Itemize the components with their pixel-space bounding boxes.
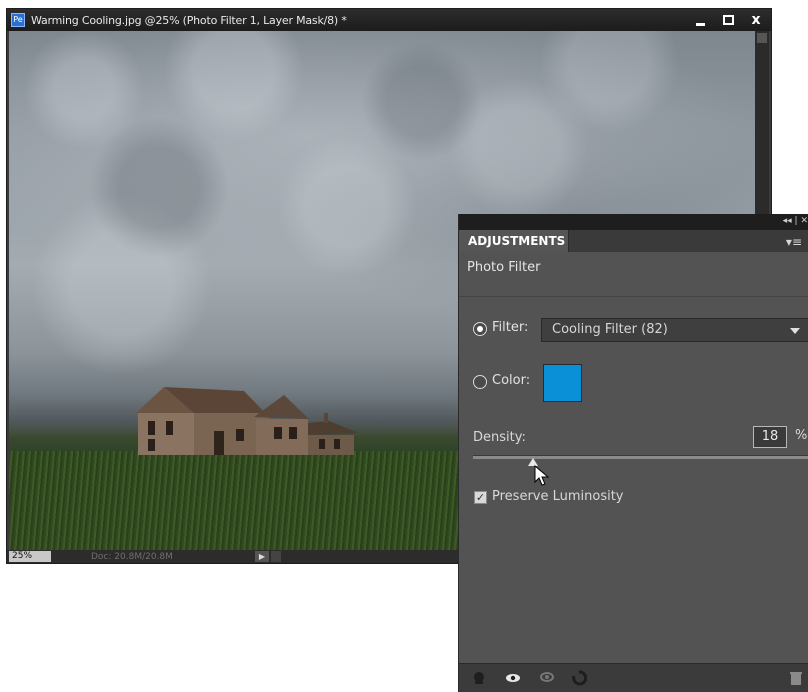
density-label: Density: — [473, 430, 526, 445]
preserve-luminosity-checkbox[interactable]: ✓ — [474, 491, 487, 504]
clip-to-layer-icon[interactable] — [471, 670, 487, 686]
tab-adjustments[interactable]: ADJUSTMENTS — [459, 230, 569, 252]
panel-tab-row: ADJUSTMENTS ▾≡ — [459, 230, 808, 252]
window-controls: x — [693, 9, 763, 31]
color-swatch[interactable] — [543, 364, 582, 402]
reset-icon[interactable] — [571, 670, 587, 686]
app-icon: Pe — [11, 13, 25, 27]
doc-size-info: Doc: 20.8M/20.8M — [91, 551, 173, 562]
close-icon[interactable]: x — [749, 13, 763, 27]
mouse-cursor-icon — [534, 465, 550, 486]
adjustment-title: Photo Filter — [467, 260, 541, 275]
filter-dropdown[interactable]: Cooling Filter (82) — [541, 318, 808, 342]
status-menu-arrow-icon[interactable]: ▶ — [255, 551, 269, 562]
minimize-icon[interactable] — [693, 15, 707, 26]
document-title: Warming Cooling.jpg @25% (Photo Filter 1… — [31, 13, 347, 27]
horizontal-scrollbar[interactable] — [271, 551, 281, 562]
scrollbar-thumb[interactable] — [757, 33, 767, 43]
color-radio[interactable] — [473, 375, 487, 389]
maximize-icon[interactable] — [721, 15, 735, 25]
document-titlebar[interactable]: Pe Warming Cooling.jpg @25% (Photo Filte… — [7, 9, 771, 31]
divider — [459, 296, 808, 297]
panel-collapse-close-icon[interactable]: ◂◂ | ✕ — [783, 216, 808, 226]
panel-menu-icon[interactable]: ▾≡ — [786, 235, 802, 249]
adjustments-panel: ◂◂ | ✕ ADJUSTMENTS ▾≡ Photo Filter Filte… — [458, 214, 808, 692]
filter-label: Filter: — [492, 320, 529, 335]
farmhouse-image — [136, 387, 359, 455]
density-unit: % — [795, 428, 808, 443]
trash-icon[interactable] — [788, 670, 804, 686]
preserve-luminosity-label: Preserve Luminosity — [492, 489, 624, 504]
color-label: Color: — [492, 373, 531, 388]
panel-topbar[interactable]: ◂◂ | ✕ — [459, 214, 808, 230]
density-input[interactable]: 18 — [753, 426, 787, 448]
zoom-level-field[interactable]: 25% — [9, 551, 51, 562]
previous-state-icon[interactable] — [539, 670, 555, 686]
panel-bottom-toolbar — [459, 663, 808, 692]
density-slider-track[interactable] — [473, 455, 808, 459]
filter-radio[interactable] — [473, 322, 487, 336]
chevron-down-icon — [790, 328, 800, 334]
filter-dropdown-value: Cooling Filter (82) — [552, 322, 668, 337]
visibility-eye-icon[interactable] — [505, 670, 521, 686]
